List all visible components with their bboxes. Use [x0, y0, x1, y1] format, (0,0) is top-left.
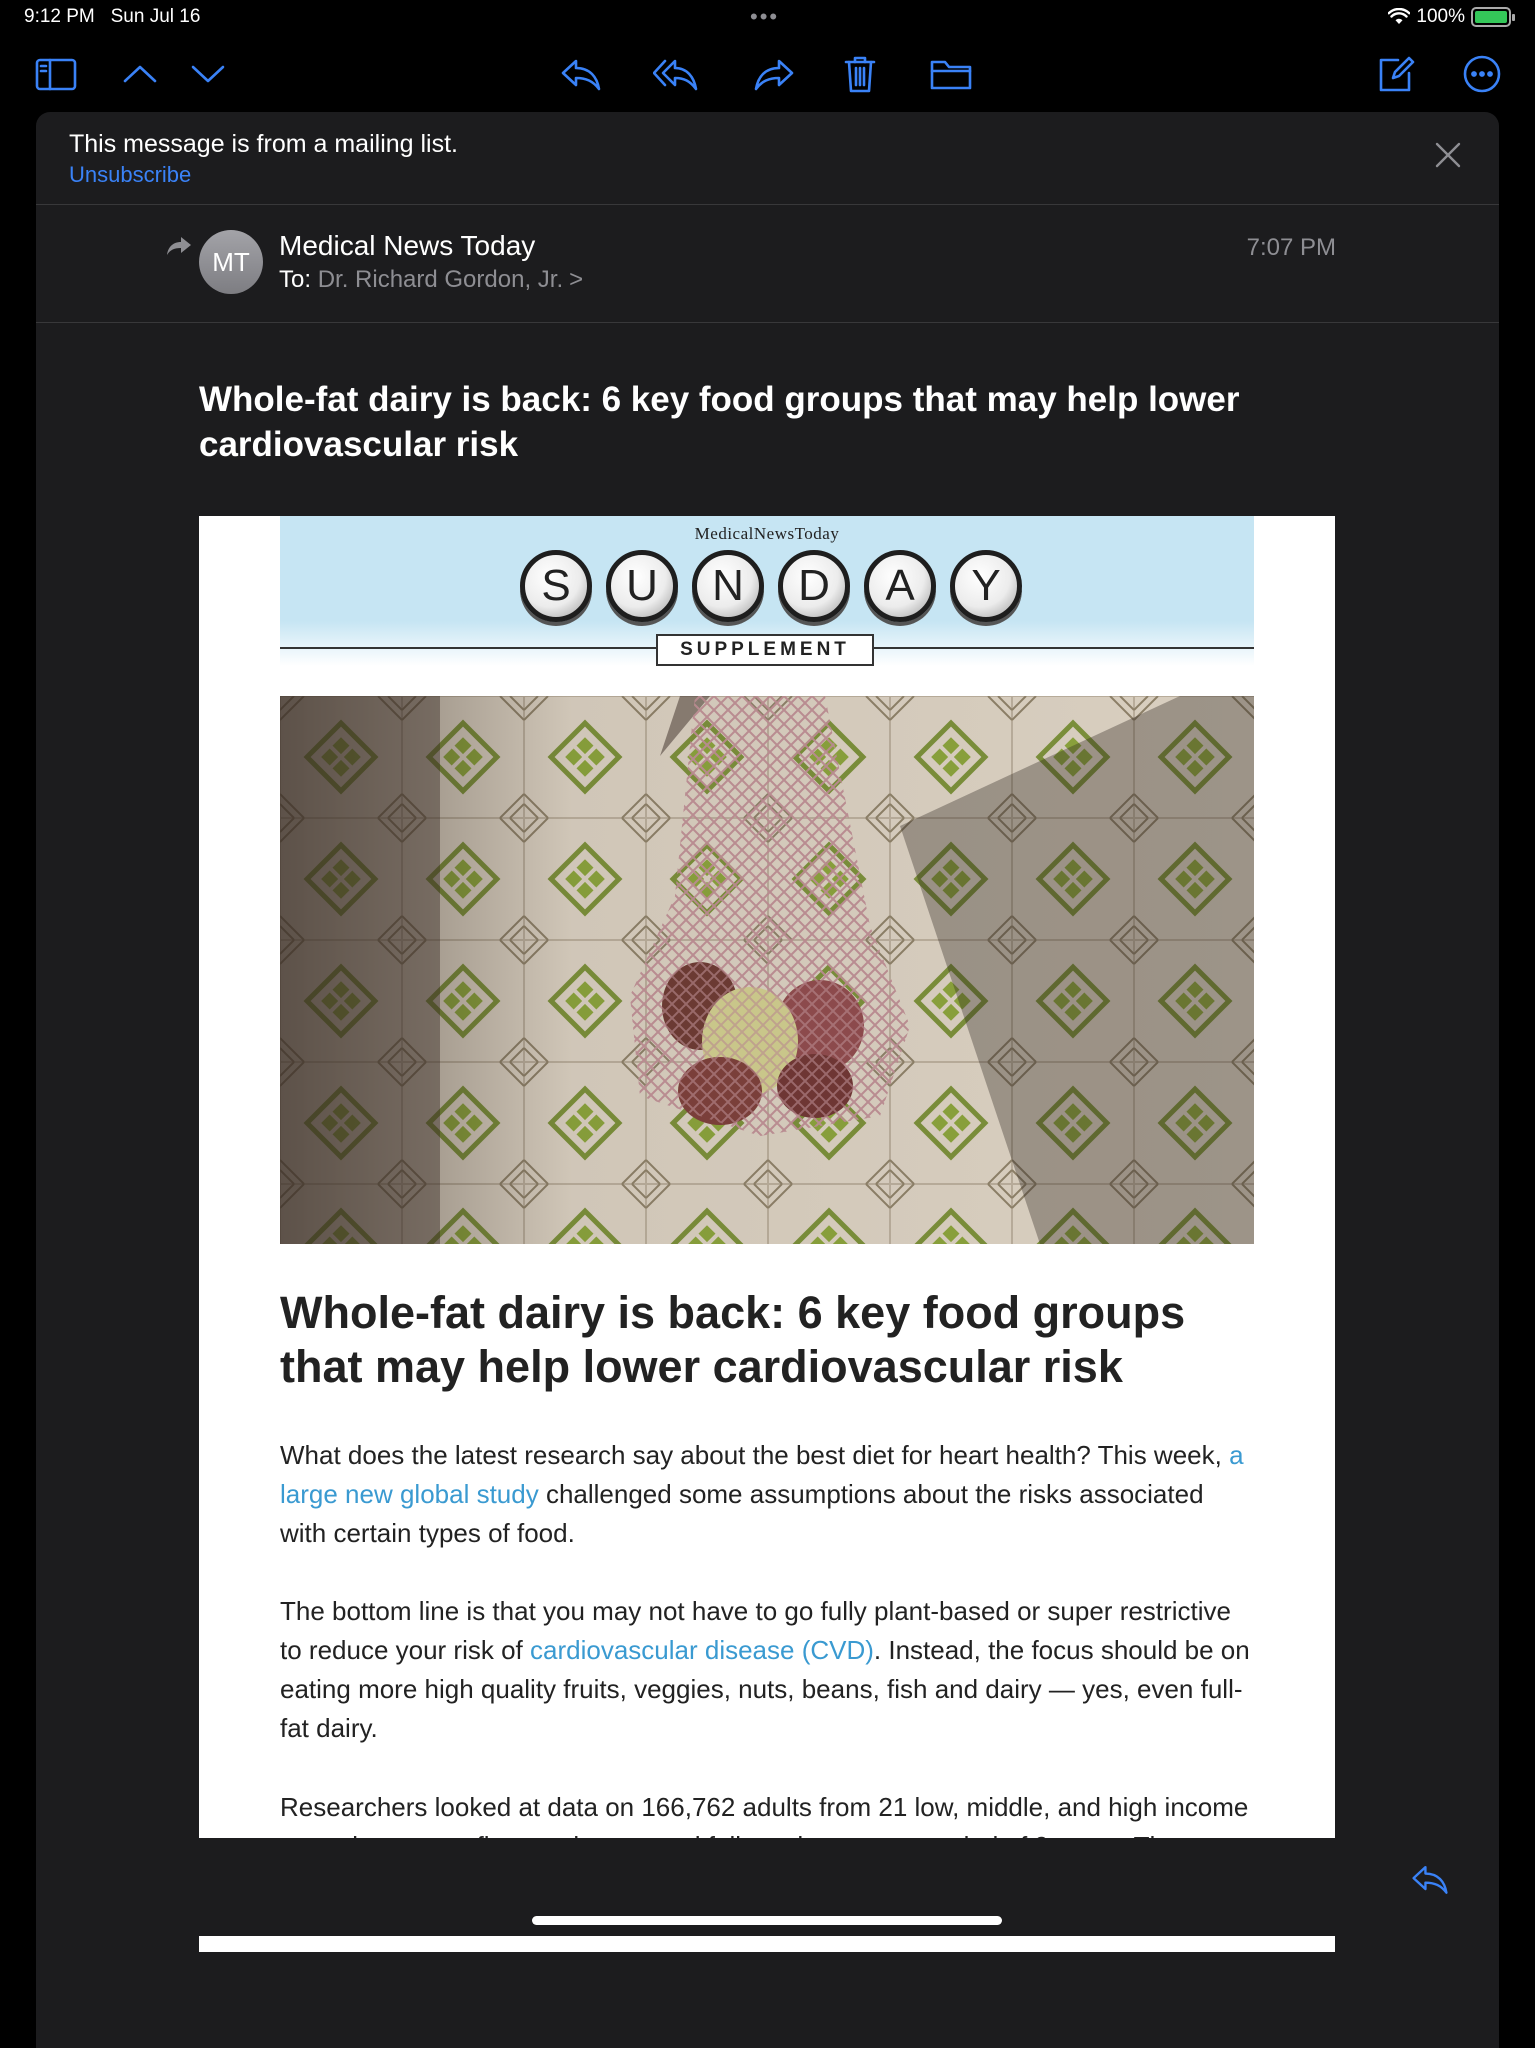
chevron-up-icon[interactable] [116, 50, 164, 98]
forward-icon[interactable] [750, 50, 798, 98]
message-header: MT Medical News Today To: Dr. Richard Go… [36, 205, 1499, 323]
reply-all-icon[interactable] [652, 50, 700, 98]
sender-name[interactable]: Medical News Today [279, 230, 535, 262]
brand-logo: MedicalNewsToday [694, 524, 840, 543]
typewriter-key: Y [950, 550, 1022, 622]
supplement-label: SUPPLEMENT [656, 634, 874, 666]
folder-icon[interactable] [927, 50, 975, 98]
chevron-right-icon[interactable]: > [569, 266, 583, 293]
battery-percent: 100% [1416, 6, 1465, 27]
chevron-down-icon[interactable] [184, 50, 232, 98]
hero-photo[interactable] [280, 696, 1254, 1244]
recipient-line[interactable]: To: Dr. Richard Gordon, Jr. > [279, 266, 583, 294]
typewriter-key: N [692, 550, 764, 622]
mailing-list-message: This message is from a mailing list. [69, 130, 459, 158]
to-label: To: [279, 266, 312, 293]
typewriter-key: A [864, 550, 936, 622]
sunday-supplement-masthead: MedicalNewsToday S U N D A Y SUPPLEMENT [280, 516, 1254, 666]
cvd-link[interactable]: cardiovascular disease (CVD) [530, 1635, 874, 1665]
status-time: 9:12 PM Sun Jul 16 [24, 6, 201, 27]
typewriter-key: S [520, 550, 592, 622]
mailing-list-banner: This message is from a mailing list. Uns… [36, 112, 1499, 205]
sidebar-icon[interactable] [32, 50, 80, 98]
forwarded-icon [166, 235, 192, 257]
status-right: 100% [1388, 6, 1515, 28]
article-paragraph-2: The bottom line is that you may not have… [280, 1596, 1250, 1743]
article-title: Whole-fat dairy is back: 6 key food grou… [280, 1287, 1186, 1392]
mesh-bag-fruit-image [280, 696, 1254, 1244]
typewriter-keys: S U N D A Y [520, 550, 1022, 622]
email-body: MedicalNewsToday S U N D A Y SUPPLEMENT [199, 516, 1335, 1952]
reply-icon[interactable] [557, 50, 605, 98]
unsubscribe-link[interactable]: Unsubscribe [69, 162, 191, 188]
trash-icon[interactable] [836, 50, 884, 98]
typewriter-key: U [606, 550, 678, 622]
avatar[interactable]: MT [199, 230, 263, 294]
reply-icon[interactable] [1409, 1858, 1451, 1900]
message-subject: Whole-fat dairy is back: 6 key food grou… [199, 380, 1240, 464]
wifi-icon [1388, 8, 1411, 24]
typewriter-key: D [778, 550, 850, 622]
compose-icon[interactable] [1372, 50, 1420, 98]
message-time: 7:07 PM [1246, 234, 1336, 261]
article-paragraph-1: What does the latest research say about … [280, 1440, 1244, 1548]
multitasking-dots-icon[interactable]: ••• [750, 4, 779, 30]
battery-icon [1471, 7, 1515, 27]
status-bar: 9:12 PM Sun Jul 16 ••• 100% [0, 0, 1535, 36]
more-icon[interactable] [1458, 50, 1506, 98]
recipient-name[interactable]: Dr. Richard Gordon, Jr. [318, 266, 563, 293]
close-icon[interactable] [1433, 140, 1463, 170]
home-indicator[interactable] [532, 1916, 1002, 1925]
mail-toolbar [0, 36, 1535, 112]
